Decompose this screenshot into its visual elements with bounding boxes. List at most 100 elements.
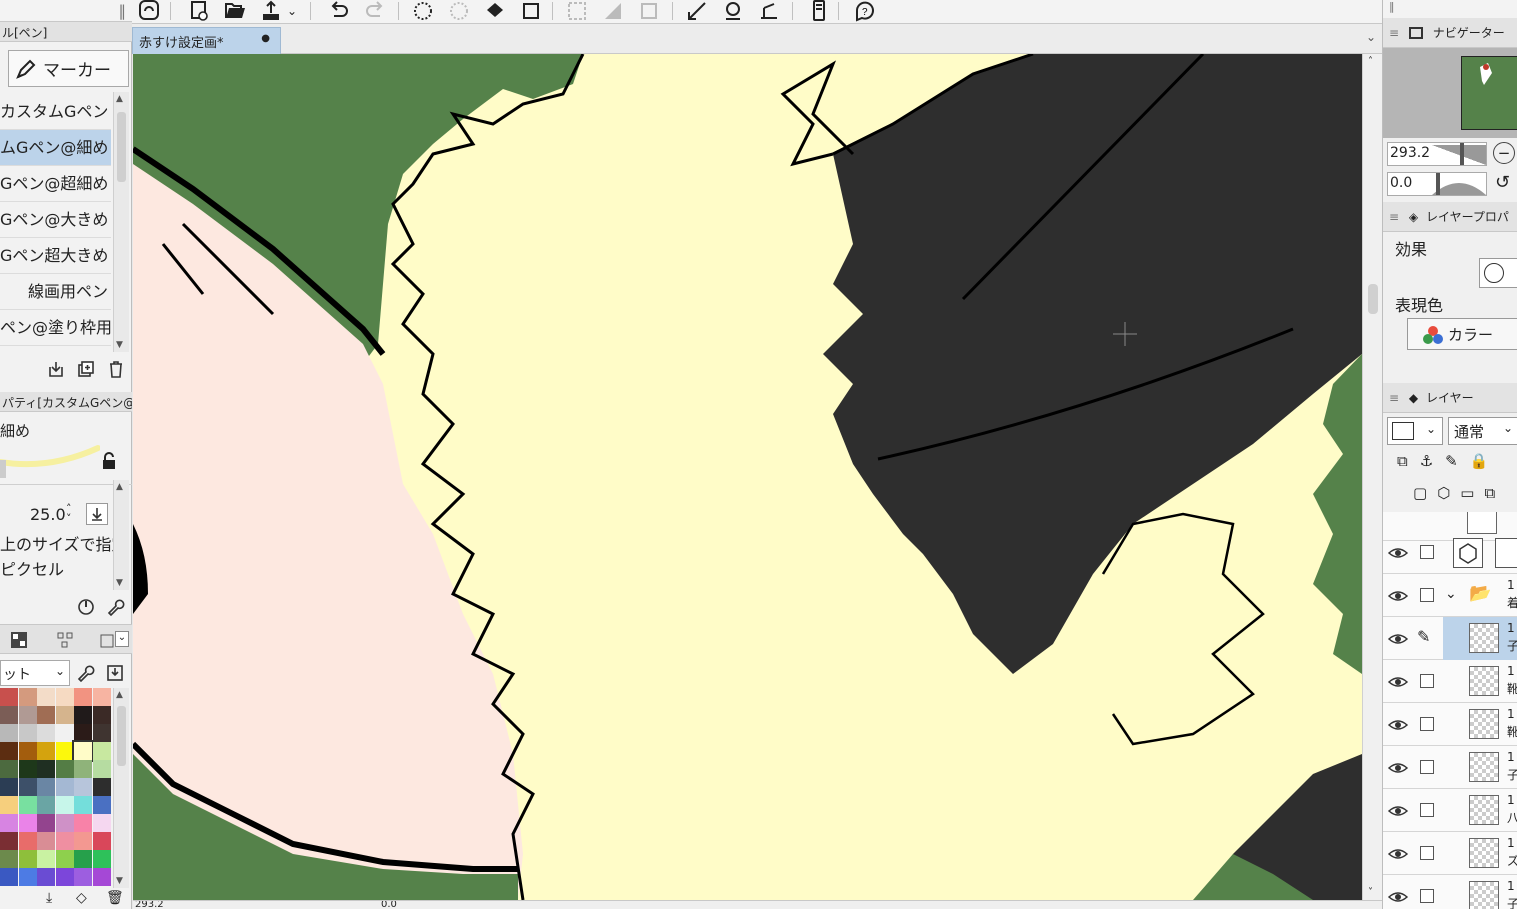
color-swatch[interactable] <box>0 760 18 778</box>
trash-icon[interactable]: 🗑 <box>106 890 124 906</box>
status-angle[interactable]: 0.0 <box>381 901 397 909</box>
color-swatch[interactable] <box>18 850 37 868</box>
panel-menu-icon[interactable]: ≡ <box>1389 26 1399 40</box>
color-swatch[interactable] <box>0 724 18 742</box>
color-set-select[interactable]: ット ⌄ <box>0 660 70 686</box>
color-swatch[interactable] <box>74 724 92 742</box>
brush-item[interactable]: Gペン@超細め <box>0 166 111 202</box>
color-swatch[interactable] <box>18 832 37 850</box>
color-swatch[interactable] <box>92 688 111 706</box>
clear-icon[interactable] <box>410 0 436 22</box>
eye-icon[interactable] <box>1388 844 1408 864</box>
color-swatch[interactable] <box>37 742 55 760</box>
new-vector-layer-icon[interactable]: ⬡ <box>1437 484 1460 502</box>
invert-selection-icon[interactable] <box>600 0 626 22</box>
fill-icon[interactable]: ◇ <box>76 890 87 906</box>
stepper-arrows-icon[interactable]: ˄ ˅ <box>66 503 72 524</box>
brush-item[interactable]: ペン@塗り枠用 <box>0 310 111 346</box>
palette-scrollbar[interactable]: ▲ ▼ <box>113 688 129 888</box>
save-menu-chevron-icon[interactable]: ⌄ <box>284 0 300 22</box>
color-swatch[interactable] <box>55 760 74 778</box>
color-swatch[interactable] <box>37 760 55 778</box>
color-swatch[interactable] <box>18 688 37 706</box>
color-swatch[interactable] <box>18 778 37 796</box>
blend-mode-select[interactable]: 通常 ⌄ <box>1448 417 1517 445</box>
color-swatch[interactable] <box>18 796 37 814</box>
color-swatch[interactable] <box>74 832 92 850</box>
grip-icon[interactable]: ‖ <box>119 2 127 20</box>
color-swatch[interactable] <box>74 850 92 868</box>
color-swatch[interactable] <box>18 814 37 832</box>
brush-item[interactable]: Gペン@大きめ <box>0 202 111 238</box>
brush-size-value[interactable]: 25.0 <box>30 505 66 524</box>
grip-icon[interactable]: ‖ <box>1389 0 1395 13</box>
save-palette-icon[interactable] <box>104 662 126 684</box>
open-folder-icon[interactable] <box>222 0 248 22</box>
color-swatch[interactable] <box>0 796 18 814</box>
color-swatch[interactable] <box>0 688 18 706</box>
color-swatch[interactable] <box>55 742 74 760</box>
brush-density-icon[interactable] <box>75 596 97 618</box>
new-file-icon[interactable] <box>186 0 212 22</box>
panel-menu-icon[interactable]: ≡ <box>1389 210 1399 224</box>
duplicate-layer-icon[interactable]: ⧉ <box>1484 484 1505 502</box>
marker-tab[interactable]: マーカー <box>8 50 129 87</box>
layer-row[interactable]: 1 八 <box>1383 789 1517 832</box>
navigator-preview-area[interactable] <box>1383 48 1517 138</box>
color-swatch[interactable] <box>74 778 92 796</box>
panel-menu-icon[interactable]: ≡ <box>1389 391 1399 405</box>
undo-icon[interactable] <box>326 0 352 22</box>
save-icon[interactable] <box>258 0 284 22</box>
wrench-settings-icon[interactable] <box>104 596 126 618</box>
status-zoom[interactable]: 293.2 <box>135 901 164 909</box>
color-swatch[interactable] <box>92 850 111 868</box>
lock-layer-icon[interactable]: 🔒 <box>1470 452 1501 470</box>
chevron-down-icon[interactable]: ⌄ <box>1445 586 1457 602</box>
color-swatch[interactable] <box>92 868 111 886</box>
canvas-vertical-scrollbar[interactable]: ˄ ˅ <box>1362 54 1382 900</box>
save-size-icon[interactable] <box>86 503 108 525</box>
color-swatch[interactable] <box>18 724 37 742</box>
color-swatch[interactable] <box>74 688 92 706</box>
eye-icon[interactable] <box>1388 887 1408 907</box>
transform-icon[interactable] <box>518 0 544 22</box>
fill-bucket-icon[interactable] <box>482 0 508 22</box>
tab-list-chevron-icon[interactable]: ⌄ <box>1366 30 1376 44</box>
color-swatch[interactable] <box>0 742 18 760</box>
color-swatch[interactable] <box>37 688 55 706</box>
color-swatch[interactable] <box>92 796 111 814</box>
clip-layer-icon[interactable]: ⧉ <box>1397 452 1420 470</box>
color-swatch[interactable] <box>92 724 111 742</box>
color-swatch[interactable] <box>92 832 111 850</box>
color-mode-button[interactable]: カラー <box>1407 318 1517 350</box>
color-swatch[interactable] <box>37 814 55 832</box>
color-swatch[interactable] <box>18 760 37 778</box>
layer-row[interactable]: 1 子 <box>1383 875 1517 909</box>
reset-rotation-icon[interactable]: ↺ <box>1495 172 1510 193</box>
color-swatch[interactable] <box>74 706 92 724</box>
eye-icon[interactable] <box>1388 801 1408 821</box>
select-all-icon[interactable] <box>636 0 662 22</box>
layer-row[interactable]: 1 ズ <box>1383 832 1517 875</box>
layer-select-checkbox[interactable] <box>1420 803 1434 817</box>
intermediate-color-tab-icon[interactable] <box>54 629 76 651</box>
clear-outside-icon[interactable] <box>446 0 472 22</box>
ruler-icon[interactable] <box>684 0 710 22</box>
color-swatch[interactable] <box>37 850 55 868</box>
add-to-favorites-icon[interactable] <box>45 358 67 380</box>
clip-studio-icon[interactable] <box>136 0 162 22</box>
snap-grid-icon[interactable] <box>756 0 782 22</box>
layer-select-checkbox[interactable] <box>1420 588 1434 602</box>
help-icon[interactable]: ? <box>852 0 878 22</box>
color-swatch[interactable] <box>55 796 74 814</box>
color-swatch[interactable] <box>72 740 94 762</box>
deselect-icon[interactable] <box>564 0 590 22</box>
color-swatch[interactable] <box>92 742 111 760</box>
layer-row-vector[interactable] <box>1383 531 1517 574</box>
scroll-down-icon[interactable]: ˅ <box>1368 887 1373 898</box>
color-swatch[interactable] <box>18 742 37 760</box>
color-swatch[interactable] <box>74 814 92 832</box>
color-swatch[interactable] <box>74 868 92 886</box>
layer-row[interactable]: 1 子 <box>1383 746 1517 789</box>
wrench-icon[interactable] <box>74 662 96 684</box>
